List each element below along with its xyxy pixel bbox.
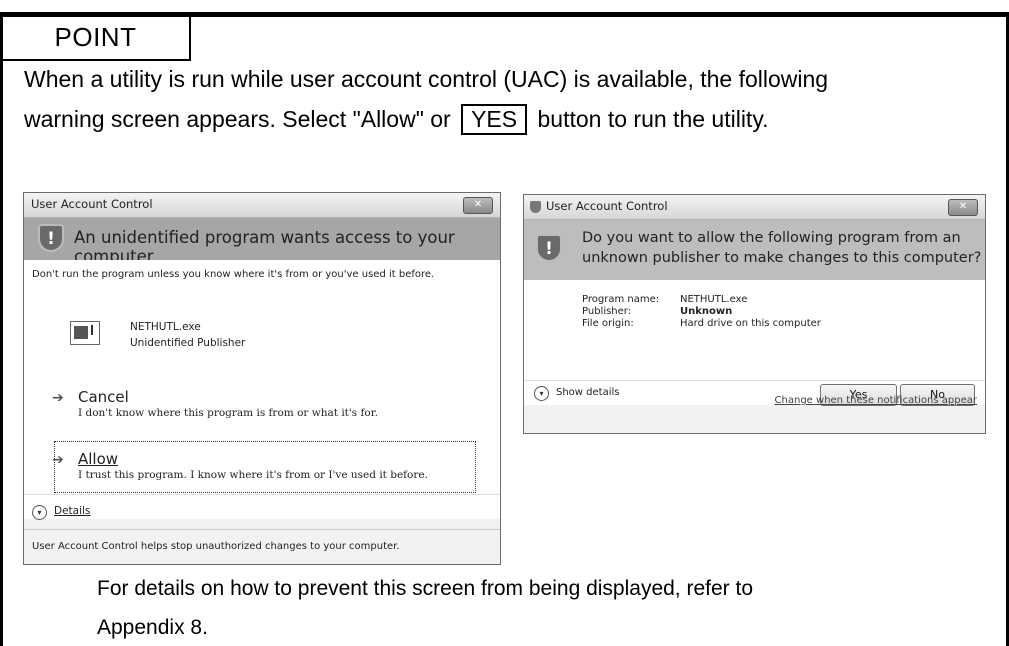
dialog2-titlebar: User Account Control ✕ (524, 195, 985, 220)
dialog1-details-toggle[interactable]: ▾ Details (24, 494, 500, 529)
dialog1-footer: User Account Control helps stop unauthor… (24, 529, 500, 565)
dialog2-heading: Do you want to allow the following progr… (582, 228, 981, 268)
dialog1-body: Don't run the program unless you know wh… (24, 260, 500, 519)
dialog2-title: User Account Control (546, 199, 668, 213)
program-icon (70, 321, 100, 345)
intro-line-1: When a utility is run while user account… (24, 66, 829, 92)
dialog2-heading-line-2: unknown publisher to make changes to thi… (582, 250, 982, 266)
dialog2-heading-line-1: Do you want to allow the following progr… (582, 230, 961, 246)
intro-line-2: warning screen appears. Select "Allow" o… (24, 104, 769, 135)
arrow-right-icon: ➔ (52, 452, 64, 468)
footer-line-1: For details on how to prevent this scree… (97, 577, 754, 600)
allow-option-desc: I trust this program. I know where it's … (78, 469, 428, 481)
shield-warning-icon: ! (38, 224, 64, 252)
file-origin-key: File origin: (582, 318, 634, 329)
dialog1-warning-text: Don't run the program unless you know wh… (32, 269, 435, 280)
dialog1-program-info: NETHUTL.exe Unidentified Publisher (130, 319, 245, 351)
point-heading: POINT (2, 16, 191, 61)
intro-line-2-end: button to run the utility. (537, 106, 769, 132)
program-name-key: Program name: (582, 294, 660, 305)
publisher-key: Publisher: (582, 306, 632, 317)
shield-warning-icon: ! (536, 234, 562, 262)
publisher-value: Unknown (680, 306, 733, 317)
dialog1-program-name: NETHUTL.exe (130, 321, 201, 333)
uac-dialog-new: User Account Control ✕ ! Do you want to … (523, 194, 986, 434)
chevron-down-icon: ▾ (32, 505, 47, 520)
frame-left-border (0, 12, 3, 646)
shield-icon (530, 201, 541, 213)
dialog1-titlebar: User Account Control ✕ (24, 193, 500, 218)
dialog2-close-button[interactable]: ✕ (948, 199, 978, 216)
dialog1-title: User Account Control (31, 197, 153, 211)
arrow-right-icon: ➔ (52, 390, 64, 406)
footer-line-2: Appendix 8. (97, 616, 208, 639)
cancel-option-desc: I don't know where this program is from … (78, 407, 378, 419)
program-name-value: NETHUTL.exe (680, 294, 748, 305)
yes-key-label: YES (461, 104, 528, 135)
intro-line-2-start: warning screen appears. Select "Allow" o… (24, 106, 451, 132)
dialog1-footer-text: User Account Control helps stop unauthor… (32, 541, 400, 552)
dialog1-close-button[interactable]: ✕ (463, 197, 493, 214)
dialog2-banner: ! Do you want to allow the following pro… (524, 220, 985, 280)
dialog1-banner: ! An unidentified program wants access t… (24, 218, 500, 266)
dialog1-publisher: Unidentified Publisher (130, 337, 246, 349)
notification-settings-link[interactable]: Change when these notifications appear (775, 395, 977, 406)
dialog2-footer: Change when these notifications appear (524, 380, 985, 434)
file-origin-value: Hard drive on this computer (680, 318, 821, 329)
details-label: Details (54, 505, 91, 517)
allow-option-title: Allow (78, 450, 119, 468)
uac-dialog-legacy: User Account Control ✕ ! An unidentified… (23, 192, 501, 565)
cancel-option-title: Cancel (78, 388, 129, 406)
